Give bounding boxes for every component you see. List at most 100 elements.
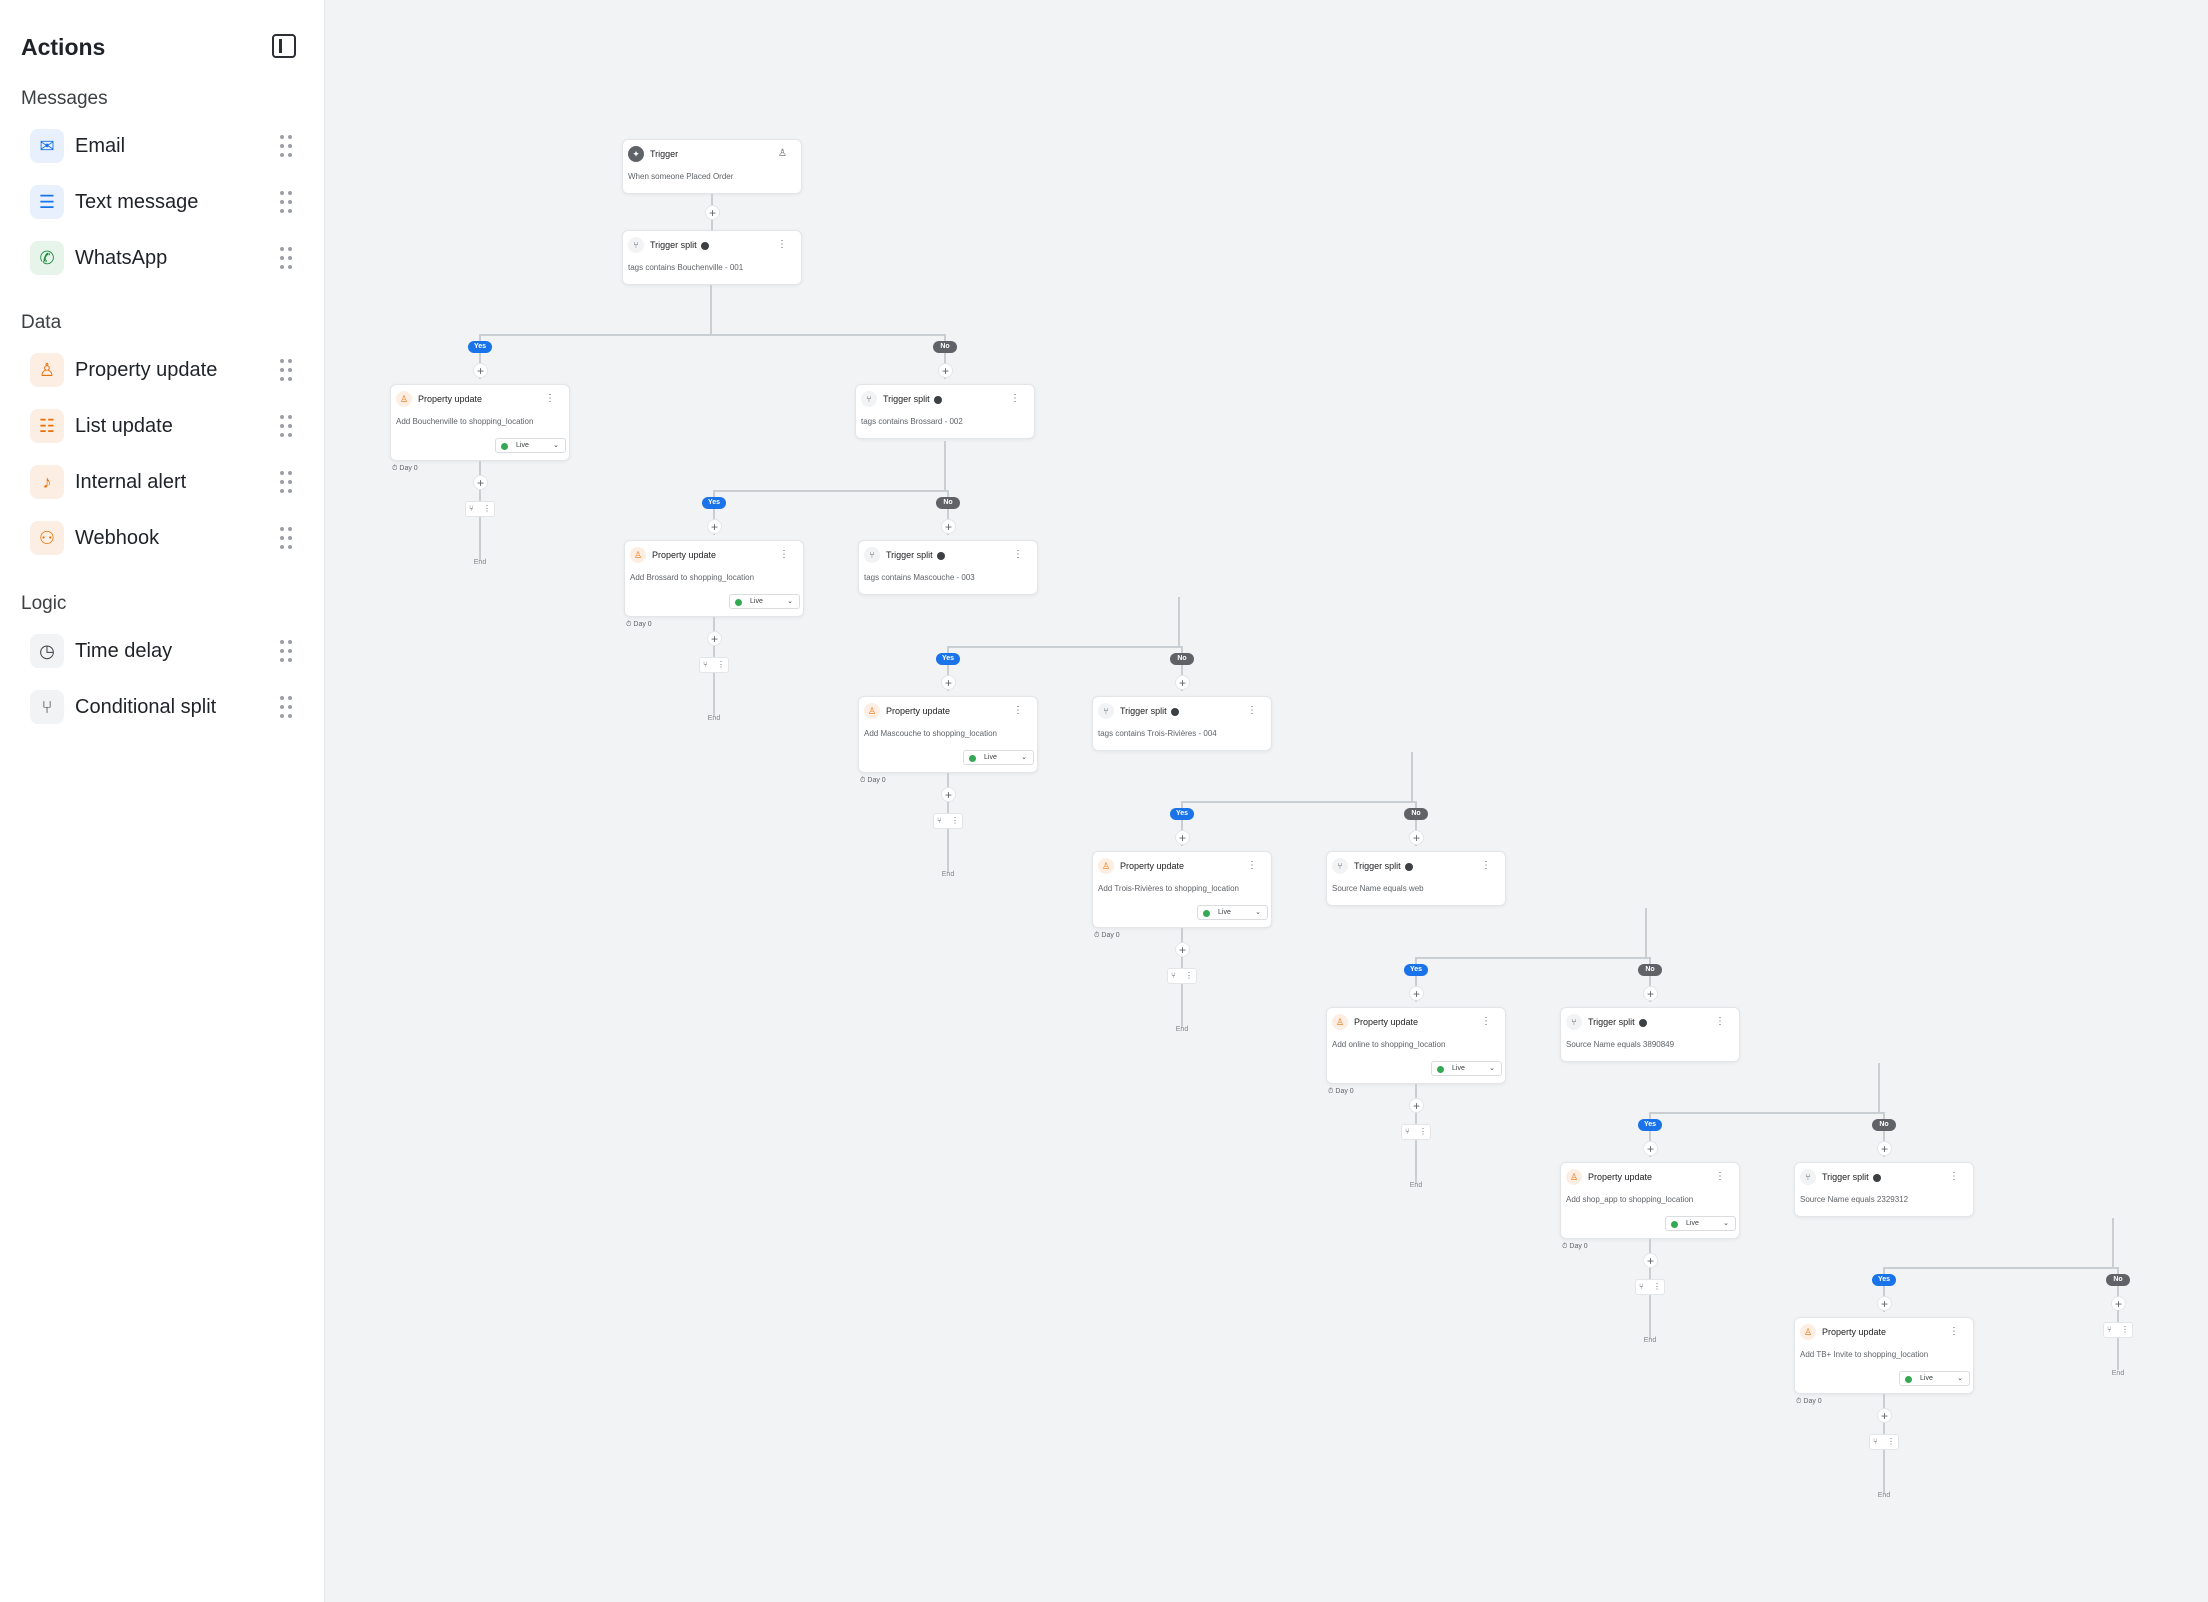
status-select[interactable]: Live ⌄ <box>1431 1061 1502 1076</box>
split-icon: ⑂ <box>30 690 64 724</box>
add-step-button[interactable]: + <box>1175 942 1190 957</box>
more-options-icon[interactable]: ⋮ <box>1247 860 1257 871</box>
trigger-split-card[interactable]: ⑂ Trigger split ⋮ Source Name equals web <box>1326 851 1506 906</box>
more-options-icon[interactable]: ⋮ <box>1247 705 1257 716</box>
add-step-button[interactable]: + <box>473 475 488 490</box>
add-step-button[interactable]: + <box>1175 830 1190 845</box>
add-step-button[interactable]: + <box>705 205 720 220</box>
more-options-icon[interactable]: ⋮ <box>1715 1171 1725 1182</box>
trigger-split-card[interactable]: ⑂ Trigger split ⋮ tags contains Mascouche -… <box>858 540 1038 595</box>
status-select[interactable]: Live ⌄ <box>729 594 800 609</box>
card-title: Property update <box>1822 1327 1887 1337</box>
drag-handle-icon[interactable] <box>280 191 294 213</box>
property-update-card[interactable]: ♙ Property update ⋮ Add Brossard to shoppin… <box>624 540 804 617</box>
add-step-button[interactable]: + <box>938 363 953 378</box>
more-options-icon[interactable]: ⋮ <box>1949 1326 1959 1337</box>
action-item-email[interactable]: ✉ Email <box>30 123 300 169</box>
drag-handle-icon[interactable] <box>280 135 294 157</box>
trigger-split-card[interactable]: ⑂ Trigger split ⋮ tags contains Trois-Riviè… <box>1092 696 1272 751</box>
action-item-property-update[interactable]: ♙ Property update <box>30 347 300 393</box>
branch-icon: ⑂ <box>703 660 708 669</box>
action-item-time-delay[interactable]: ◷ Time delay <box>30 628 300 674</box>
more-options-icon[interactable]: ⋮ <box>1013 549 1023 560</box>
add-step-button[interactable]: + <box>1643 986 1658 1001</box>
drag-handle-icon[interactable] <box>280 527 294 549</box>
yes-branch-badge: Yes <box>1638 1119 1662 1131</box>
add-step-button[interactable]: + <box>473 363 488 378</box>
trigger-split-card[interactable]: ⑂ Trigger split ⋮ Source Name equals 389084… <box>1560 1007 1740 1062</box>
status-select[interactable]: Live ⌄ <box>495 438 566 453</box>
drag-handle-icon[interactable] <box>280 696 294 718</box>
drag-handle-icon[interactable] <box>280 415 294 437</box>
more-options-icon[interactable]: ⋮ <box>1481 1016 1491 1027</box>
profile-icon[interactable]: ♙ <box>778 148 787 159</box>
connector-line <box>1884 1267 2118 1269</box>
property-update-card[interactable]: ♙ Property update ⋮ Add Bouchenville to sho… <box>390 384 570 461</box>
branch-tools[interactable]: ⑂ ⋮ <box>933 813 963 829</box>
branch-tools[interactable]: ⑂ ⋮ <box>1167 968 1197 984</box>
split-icon: ⑂ <box>628 237 644 253</box>
drag-handle-icon[interactable] <box>280 359 294 381</box>
property-update-card[interactable]: ♙ Property update ⋮ Add TB+ Invite to shopp… <box>1794 1317 1974 1394</box>
action-item-internal-alert[interactable]: ♪ Internal alert <box>30 459 300 505</box>
add-step-button[interactable]: + <box>1409 1098 1424 1113</box>
more-options-icon[interactable]: ⋮ <box>1481 860 1491 871</box>
status-select[interactable]: Live ⌄ <box>963 750 1034 765</box>
action-item-whatsapp[interactable]: ✆ WhatsApp <box>30 235 300 281</box>
action-item-webhook[interactable]: ⚇ Webhook <box>30 515 300 561</box>
add-step-button[interactable]: + <box>1409 986 1424 1001</box>
branch-tools[interactable]: ⑂ ⋮ <box>2103 1322 2133 1338</box>
more-options-icon[interactable]: ⋮ <box>1013 705 1023 716</box>
branch-tools[interactable]: ⑂ ⋮ <box>1869 1434 1899 1450</box>
branch-tools[interactable]: ⑂ ⋮ <box>1635 1279 1665 1295</box>
add-step-button[interactable]: + <box>1877 1408 1892 1423</box>
add-step-button[interactable]: + <box>707 631 722 646</box>
drag-handle-icon[interactable] <box>280 640 294 662</box>
flow-canvas[interactable]: ✦ Trigger ♙ When someone Placed Order + ⑂ Trig… <box>325 0 2208 1602</box>
more-options-icon[interactable]: ⋮ <box>545 393 555 404</box>
split-icon: ⑂ <box>861 391 877 407</box>
more-options-icon[interactable]: ⋮ <box>1010 393 1020 404</box>
property-update-card[interactable]: ♙ Property update ⋮ Add Mascouche to shoppi… <box>858 696 1038 773</box>
add-step-button[interactable]: + <box>941 519 956 534</box>
more-options-icon[interactable]: ⋮ <box>779 549 789 560</box>
add-step-button[interactable]: + <box>1175 675 1190 690</box>
action-item-text-message[interactable]: ☰ Text message <box>30 179 300 225</box>
card-title: Property update <box>1120 861 1185 871</box>
more-options-icon[interactable]: ⋮ <box>777 239 787 250</box>
more-options-icon[interactable]: ⋮ <box>1949 1171 1959 1182</box>
add-step-button[interactable]: + <box>707 519 722 534</box>
property-update-card[interactable]: ♙ Property update ⋮ Add Trois-Rivières to s… <box>1092 851 1272 928</box>
info-icon <box>1404 862 1413 871</box>
status-select[interactable]: Live ⌄ <box>1665 1216 1736 1231</box>
add-step-button[interactable]: + <box>941 787 956 802</box>
connector-line <box>1178 597 1180 646</box>
connector-line <box>2112 1218 2114 1267</box>
action-item-conditional-split[interactable]: ⑂ Conditional split <box>30 684 300 730</box>
trigger-split-card[interactable]: ⑂ Trigger split ⋮ tags contains Bouchenvill… <box>622 230 802 285</box>
add-step-button[interactable]: + <box>1643 1141 1658 1156</box>
action-item-list-update[interactable]: ☷ List update <box>30 403 300 449</box>
status-label: Live <box>516 442 529 449</box>
card-description: Add Trois-Rivières to shopping_location <box>1098 884 1239 893</box>
drag-handle-icon[interactable] <box>280 471 294 493</box>
branch-tools[interactable]: ⑂ ⋮ <box>699 657 729 673</box>
branch-tools[interactable]: ⑂ ⋮ <box>1401 1124 1431 1140</box>
property-update-card[interactable]: ♙ Property update ⋮ Add shop_app to shoppin… <box>1560 1162 1740 1239</box>
branch-tools[interactable]: ⑂ ⋮ <box>465 501 495 517</box>
add-step-button[interactable]: + <box>1643 1253 1658 1268</box>
trigger-split-card[interactable]: ⑂ Trigger split ⋮ tags contains Brossard - … <box>855 384 1035 439</box>
status-select[interactable]: Live ⌄ <box>1899 1371 1970 1386</box>
add-step-button[interactable]: + <box>1877 1296 1892 1311</box>
toggle-panel-icon[interactable] <box>272 34 296 58</box>
drag-handle-icon[interactable] <box>280 247 294 269</box>
add-step-button[interactable]: + <box>941 675 956 690</box>
add-step-button[interactable]: + <box>1877 1141 1892 1156</box>
add-step-button[interactable]: + <box>2111 1296 2126 1311</box>
trigger-split-card[interactable]: ⑂ Trigger split ⋮ Source Name equals 232931… <box>1794 1162 1974 1217</box>
more-options-icon[interactable]: ⋮ <box>1715 1016 1725 1027</box>
property-update-card[interactable]: ♙ Property update ⋮ Add online to shopping_… <box>1326 1007 1506 1084</box>
add-step-button[interactable]: + <box>1409 830 1424 845</box>
trigger-card[interactable]: ✦ Trigger ♙ When someone Placed Order <box>622 139 802 194</box>
status-select[interactable]: Live ⌄ <box>1197 905 1268 920</box>
